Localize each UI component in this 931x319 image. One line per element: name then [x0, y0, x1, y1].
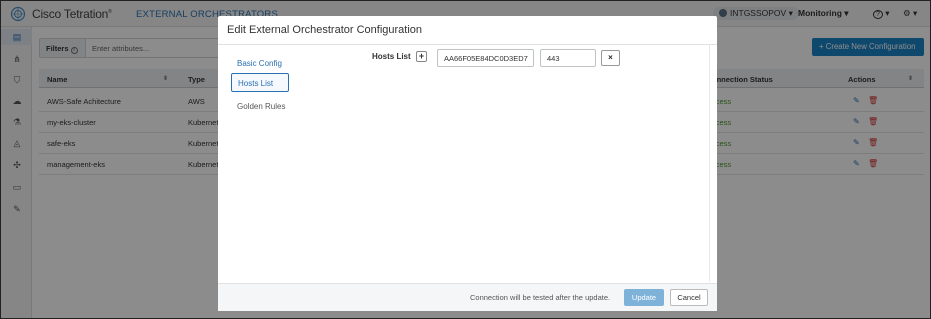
edit-orchestrator-modal: Edit External Orchestrator Configuration… [218, 16, 717, 311]
add-host-button[interactable]: + [416, 51, 427, 62]
modal-title: Edit External Orchestrator Configuration [227, 24, 423, 36]
remove-host-button[interactable]: × [601, 50, 620, 66]
nav-hosts-list[interactable]: Hosts List [231, 73, 289, 92]
hosts-list-label: Hosts List [372, 52, 411, 61]
modal-footer: Connection will be tested after the upda… [218, 283, 717, 311]
host-input[interactable]: AA66F05E84DC0D3ED7 [437, 49, 534, 67]
footer-note: Connection will be tested after the upda… [470, 293, 611, 302]
app-window: Cisco Tetration® EXTERNAL ORCHESTRATORS … [0, 0, 931, 319]
update-button[interactable]: Update [624, 289, 664, 306]
port-input[interactable]: 443 [540, 49, 596, 67]
nav-basic-config[interactable]: Basic Config [231, 54, 289, 72]
cancel-button[interactable]: Cancel [670, 289, 708, 306]
divider [218, 44, 717, 45]
scrollbar[interactable] [709, 45, 715, 282]
nav-golden-rules[interactable]: Golden Rules [231, 97, 289, 115]
